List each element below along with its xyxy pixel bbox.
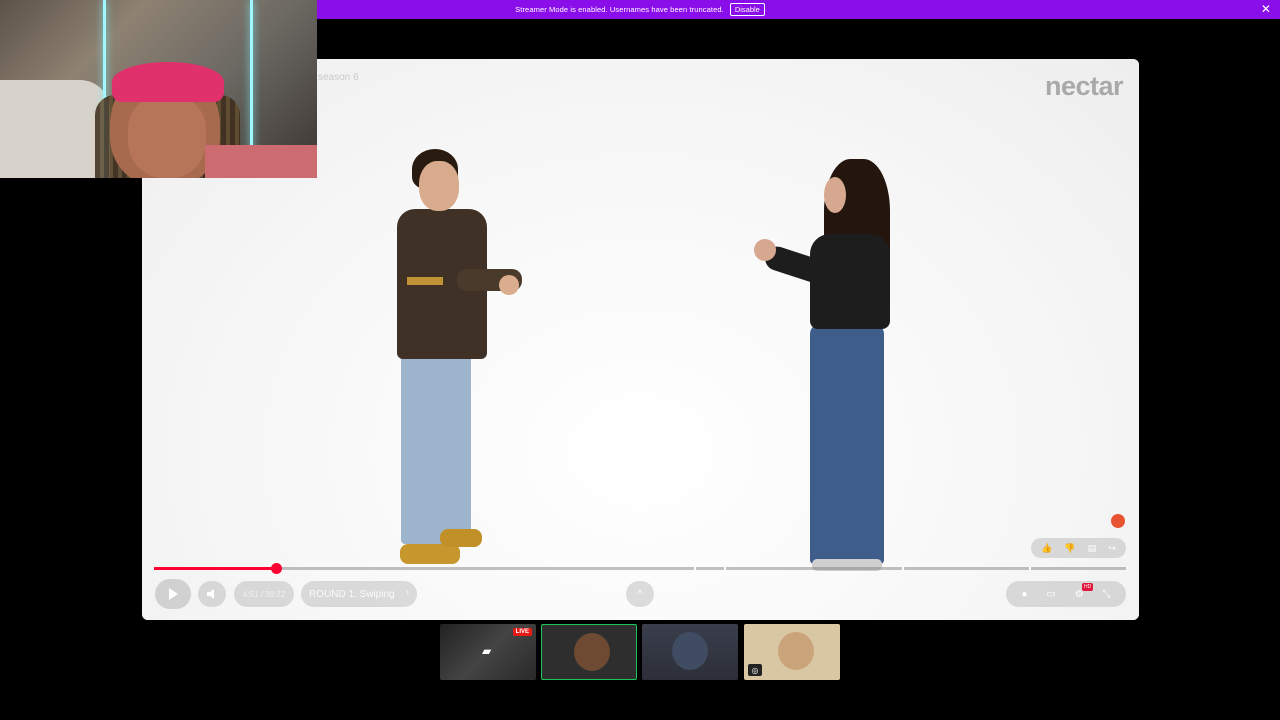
streamer-mode-message: Streamer Mode is enabled. Usernames have… [515,5,724,14]
webcam-overlay [0,0,317,178]
video-actions-bar: 👍 👎 ▤ ↪ [1031,538,1126,558]
tomato-icon [1111,514,1125,528]
chevron-up-button[interactable]: ^ [626,581,654,607]
right-controls: ● ▭ ⚙ ⤡ [1006,581,1126,607]
chat-icon: ▰ [482,644,492,658]
chapter-marker [1029,567,1031,570]
comment-icon[interactable]: ▤ [1088,543,1097,554]
chevron-up-icon: ^ [637,588,643,600]
avatar [778,632,814,670]
participant-thumbnails: LIVE ▰ ◎ [440,624,844,680]
channel-watermark: nectar [1044,71,1124,101]
captions-icon[interactable]: ▭ [1046,589,1055,600]
participant-thumbnail[interactable] [642,624,738,680]
chevron-right-icon: › [405,587,409,598]
time-display: 4:51 / 38:22 [234,581,294,607]
play-icon [169,588,178,600]
webcam-streamer-hat [112,62,224,102]
volume-button[interactable] [198,581,226,607]
video-title: season 6 [318,72,359,83]
avatar [672,632,708,670]
volume-icon [207,589,214,599]
autoplay-toggle-icon[interactable]: ● [1021,589,1027,600]
hd-badge: HD [1082,583,1094,591]
camera-icon: ◎ [748,664,762,676]
participant-thumbnail[interactable] [541,624,637,680]
stream-thumbnail[interactable]: LIVE ▰ [440,624,536,680]
play-button[interactable] [155,579,191,609]
share-icon[interactable]: ↪ [1108,543,1116,554]
time-total: / 38:22 [260,589,286,599]
webcam-streamer [205,145,317,178]
video-person-woman [754,159,904,579]
close-icon[interactable]: ✕ [1261,2,1271,16]
dislike-icon[interactable]: 👎 [1064,543,1075,554]
avatar [574,633,610,671]
exit-fullscreen-icon[interactable]: ⤡ [1103,589,1111,600]
progress-played [154,567,276,570]
disable-streamer-mode-button[interactable]: Disable [729,3,765,16]
webcam-streamer-face [128,96,206,178]
time-current: 4:51 [242,589,259,599]
participant-thumbnail[interactable]: ◎ [744,624,840,680]
webcam-background [0,80,110,178]
like-icon[interactable]: 👍 [1041,543,1052,554]
chapter-button[interactable]: ROUND 1: Swiping › [301,581,417,607]
live-badge: LIVE [512,628,532,636]
video-person-man [397,149,527,569]
chapter-marker [694,567,696,570]
progress-bar[interactable] [154,563,1126,574]
chapter-marker [902,567,904,570]
chapter-marker [724,567,726,570]
chapter-label: ROUND 1: Swiping [309,588,395,600]
progress-scrubber[interactable] [271,563,282,574]
